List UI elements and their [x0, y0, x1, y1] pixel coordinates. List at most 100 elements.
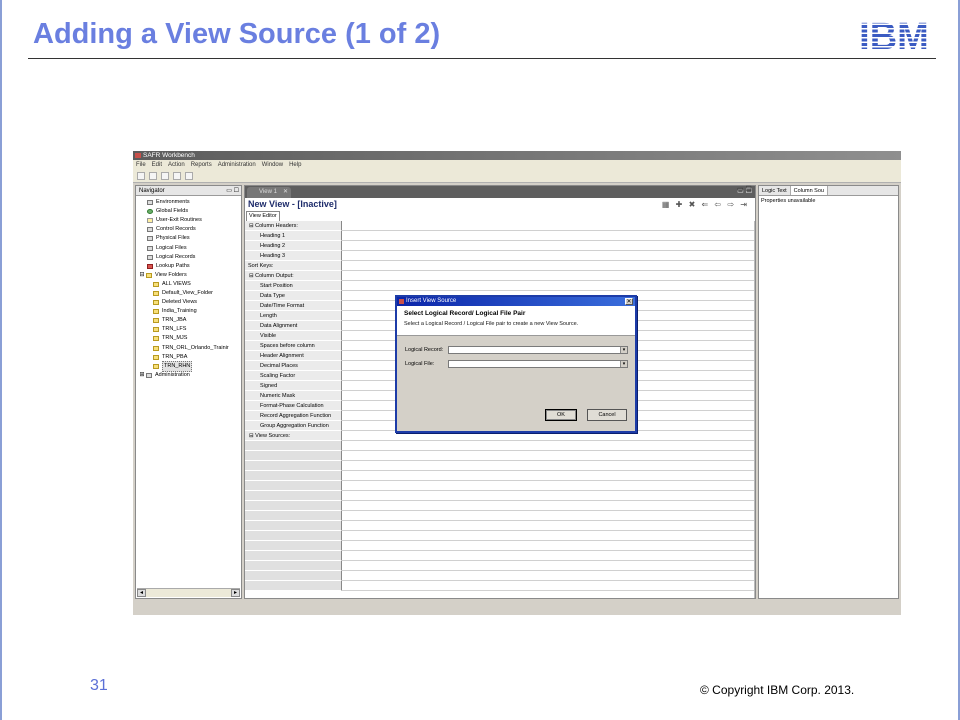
grid-cell[interactable]	[342, 561, 755, 570]
tree-item[interactable]: ALL VIEWS	[139, 280, 241, 289]
grid-divider	[754, 221, 755, 598]
edit-icon[interactable]	[173, 172, 181, 180]
grid-row-header: Start Position	[245, 281, 342, 291]
tree-item[interactable]: TRN_MJS	[139, 334, 241, 343]
grid-row-header: Sort Keys:	[245, 261, 342, 271]
save-icon[interactable]	[149, 172, 157, 180]
tree-item-label: ALL VIEWS	[162, 280, 191, 287]
tree-item[interactable]: TRN_ORL_Orlando_Trainir	[139, 344, 241, 353]
grid-cell[interactable]	[342, 451, 755, 460]
navigator-horizontal-scrollbar[interactable]: ◂ ▸	[137, 588, 240, 597]
folder-icon	[153, 354, 159, 360]
grid-cell[interactable]	[342, 541, 755, 550]
grid-row-header	[245, 581, 342, 591]
tree-item[interactable]: India_Training	[139, 307, 241, 316]
tree-item[interactable]: Deleted Views	[139, 298, 241, 307]
grid-cell[interactable]	[342, 551, 755, 560]
grid-row-header	[245, 471, 342, 481]
tree-item[interactable]: Global Fields	[139, 207, 241, 216]
grid-cell[interactable]	[342, 441, 755, 450]
menu-item-reports[interactable]: Reports	[191, 160, 212, 170]
tree-item[interactable]: Default_View_Folder	[139, 289, 241, 298]
tree-item[interactable]: Environments	[139, 198, 241, 207]
grid-row-header[interactable]: ⊟ Column Headers:	[245, 221, 342, 231]
tree-item[interactable]: TRN_LFS	[139, 325, 241, 334]
grid-row-header: Data Type	[245, 291, 342, 301]
grid-cell[interactable]	[342, 531, 755, 540]
grid-cell[interactable]	[342, 471, 755, 480]
grid-cell[interactable]	[342, 281, 755, 290]
logical-record-label: Logical Record:	[405, 347, 444, 353]
tree-item-label: Physical Files	[156, 235, 190, 242]
grid-cell[interactable]	[342, 491, 755, 500]
tree-item[interactable]: Logical Files	[139, 243, 241, 252]
logical-file-dropdown[interactable]: ▾	[448, 360, 628, 368]
menu-item-edit[interactable]: Edit	[152, 160, 162, 170]
tree-item[interactable]: User-Exit Routines	[139, 216, 241, 225]
grid-cell[interactable]	[342, 501, 755, 510]
chevron-down-icon[interactable]: ▾	[620, 361, 627, 367]
grid-row-header: Header Alignment	[245, 351, 342, 361]
new-icon[interactable]	[137, 172, 145, 180]
grid-cell[interactable]	[342, 521, 755, 530]
ok-button[interactable]: OK	[545, 409, 577, 421]
grid-cell[interactable]	[342, 581, 755, 590]
grid-cell[interactable]	[342, 271, 755, 280]
menu-item-window[interactable]: Window	[262, 160, 283, 170]
tree-item[interactable]: TRN_RHN	[139, 360, 241, 372]
grid-cell[interactable]	[342, 251, 755, 260]
tree-item[interactable]: ⊟ View Folders	[139, 271, 241, 280]
menu-item-action[interactable]: Action	[168, 160, 185, 170]
scroll-left-icon[interactable]: ◂	[137, 589, 146, 597]
editor-tab-label: View 1	[259, 189, 277, 195]
grid-cell[interactable]	[342, 231, 755, 240]
save-all-icon[interactable]	[161, 172, 169, 180]
navigator-tab[interactable]: Navigator ▭ ☐	[136, 186, 241, 196]
cancel-button[interactable]: Cancel	[587, 409, 627, 421]
grid-cell[interactable]	[342, 571, 755, 580]
grid-row-header: Date/Time Format	[245, 301, 342, 311]
tree-item[interactable]: Control Records	[139, 225, 241, 234]
menu-item-file[interactable]: File	[136, 160, 146, 170]
tree-item[interactable]: ⊞ Administration	[139, 371, 241, 380]
logical-record-dropdown[interactable]: ▾	[448, 346, 628, 354]
grid-row-header	[245, 541, 342, 551]
tree-item-label: View Folders	[155, 271, 187, 278]
panel-minimize-maximize-icon[interactable]: ▭ ☐	[226, 186, 239, 196]
grid-cell[interactable]	[342, 241, 755, 250]
grid-cell[interactable]	[342, 511, 755, 520]
grid-row-header	[245, 571, 342, 581]
scroll-right-icon[interactable]: ▸	[231, 589, 240, 597]
grid-cell[interactable]	[342, 221, 755, 230]
tree-item-label: Default_View_Folder	[162, 289, 213, 296]
tree-expander-icon[interactable]: ⊞	[139, 371, 145, 380]
grid-row	[245, 481, 755, 491]
tree-item[interactable]: Lookup Paths	[139, 262, 241, 271]
grid-row-header[interactable]: ⊟ View Sources:	[245, 431, 342, 441]
editor-tab-view[interactable]: View 1 ✕	[247, 187, 291, 198]
chevron-down-icon[interactable]: ▾	[620, 347, 627, 353]
editor-actions-icon[interactable]: ▦ ✚ ✖ ⇐ ⇦ ⇨ ⇥	[662, 200, 749, 209]
view-editor-subtab[interactable]: View Editor	[246, 211, 280, 221]
tree-expander-icon[interactable]: ⊟	[139, 271, 145, 280]
properties-tab-2[interactable]: Column Sou	[790, 186, 828, 195]
properties-message: Properties unavailable	[761, 198, 816, 204]
tree-item[interactable]: Physical Files	[139, 234, 241, 243]
menu-item-administration[interactable]: Administration	[218, 160, 256, 170]
tree-item[interactable]: TRN_JBA	[139, 316, 241, 325]
grid-row-header[interactable]: ⊟ Column Output:	[245, 271, 342, 281]
grid-cell[interactable]	[342, 461, 755, 470]
grid-row: Sort Keys:	[245, 261, 755, 271]
close-icon[interactable]: ✕	[283, 187, 288, 198]
editor-minimize-maximize-icon[interactable]: ▭ ☐	[737, 185, 752, 193]
tree-item[interactable]: Logical Records	[139, 253, 241, 262]
close-icon[interactable]: ✕	[625, 298, 633, 305]
grid-row	[245, 531, 755, 541]
menu-item-help[interactable]: Help	[289, 160, 301, 170]
grid-cell[interactable]	[342, 261, 755, 270]
grid-cell[interactable]	[342, 481, 755, 490]
grid-row-header: Spaces before column	[245, 341, 342, 351]
properties-tab-1[interactable]: Logic Text	[759, 186, 791, 195]
folder-icon	[153, 327, 159, 333]
help-icon[interactable]	[185, 172, 193, 180]
